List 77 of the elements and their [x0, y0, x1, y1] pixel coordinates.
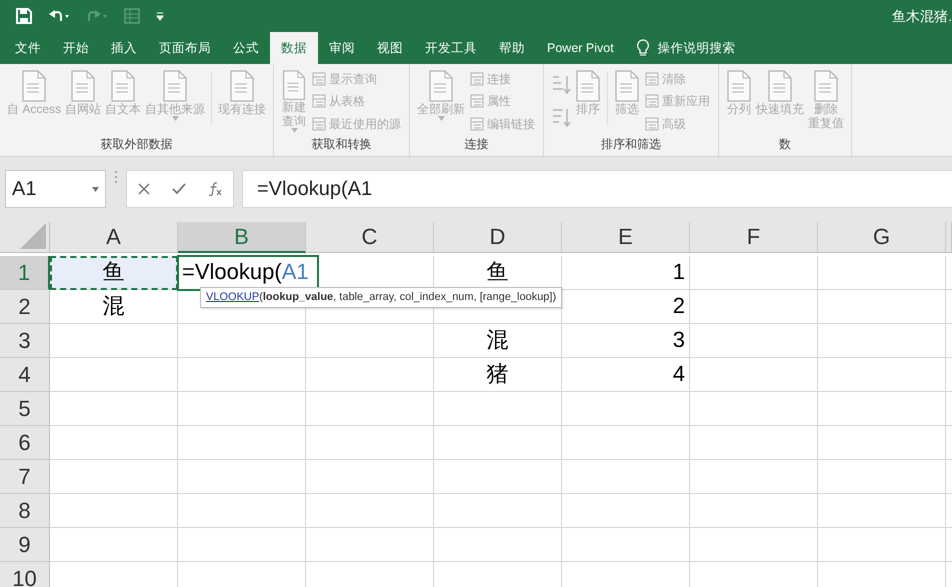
save-icon[interactable]: [16, 8, 32, 24]
column-header[interactable]: E: [562, 222, 690, 253]
function-tooltip: VLOOKUP(lookup_value, table_array, col_index_num, [range_lookup]): [200, 287, 562, 308]
table-cell: 1: [562, 256, 690, 290]
document-icon: [229, 70, 256, 102]
ribbon-tab[interactable]: 文件: [4, 32, 52, 64]
row-header[interactable]: 7: [0, 460, 50, 494]
table-cell: 混: [50, 290, 178, 324]
table-cell: 猪: [434, 358, 562, 392]
function-icon[interactable]: [208, 182, 222, 196]
table-cell: 4: [562, 358, 690, 392]
ribbon-tab[interactable]: 插入: [100, 32, 148, 64]
document-icon: [726, 70, 752, 102]
column-header[interactable]: C: [306, 222, 434, 253]
grip-icon: [114, 170, 118, 184]
table-cell: 鱼: [50, 256, 178, 290]
list-icon: [645, 72, 660, 86]
ribbon-tab[interactable]: 开始: [52, 32, 100, 64]
group-label: 连接: [464, 136, 490, 153]
list-icon: [645, 116, 660, 131]
customize-caret-icon[interactable]: [156, 10, 164, 22]
list-icon: [470, 72, 484, 86]
formula-input[interactable]: =Vlookup(A1: [242, 170, 952, 208]
row-header[interactable]: 8: [0, 494, 50, 528]
list-icon: [312, 116, 326, 131]
ribbon-tab[interactable]: 帮助: [488, 32, 536, 64]
list-icon: [312, 72, 326, 86]
caret-icon: [92, 186, 99, 192]
list-icon: [312, 94, 326, 108]
row-header[interactable]: 5: [0, 392, 50, 426]
cancel-icon[interactable]: [138, 183, 150, 195]
row-header[interactable]: 2: [0, 290, 50, 324]
row-header[interactable]: 9: [0, 528, 50, 562]
document-icon: [70, 70, 96, 102]
column-header[interactable]: A: [50, 222, 178, 253]
column-header[interactable]: B: [178, 222, 306, 253]
lightbulb-icon: [636, 39, 650, 57]
document-icon: [614, 70, 640, 102]
column-header[interactable]: D: [434, 222, 562, 253]
list-icon: [470, 94, 484, 108]
document-icon: [428, 70, 454, 102]
group-label: 数: [778, 136, 792, 153]
document-icon: [162, 70, 188, 102]
ribbon-tab[interactable]: 数据: [270, 32, 318, 64]
row-header[interactable]: 10: [0, 562, 50, 587]
ribbon-tab[interactable]: 审阅: [318, 32, 366, 64]
row-header[interactable]: 3: [0, 324, 50, 358]
column-header[interactable]: F: [690, 222, 818, 253]
table-cell: 3: [562, 324, 690, 358]
name-box[interactable]: A1: [5, 170, 106, 208]
ribbon-tab[interactable]: 页面布局: [148, 32, 222, 64]
undo-icon[interactable]: [48, 8, 70, 24]
document-icon: [110, 70, 136, 102]
document-icon: [575, 70, 602, 102]
column-header[interactable]: G: [818, 222, 946, 253]
cell-editor[interactable]: =Vlookup(A1: [178, 256, 318, 290]
ribbon-tab[interactable]: 视图: [366, 32, 414, 64]
ribbon-tab[interactable]: 开发工具: [414, 32, 488, 64]
table-cell: 混: [434, 324, 562, 358]
row-header[interactable]: 4: [0, 358, 50, 392]
ribbon-tab[interactable]: Power Pivot: [536, 32, 625, 64]
confirm-icon[interactable]: [172, 183, 186, 195]
ribbon-tab[interactable]: 公式: [222, 32, 270, 64]
document-icon: [813, 70, 840, 102]
row-header[interactable]: 1: [0, 256, 50, 290]
group-label: 获取外部数据: [100, 136, 174, 153]
document-title: 鱼木混猪.: [892, 6, 952, 26]
list-icon: [645, 94, 660, 108]
group-label: 排序和筛选: [600, 136, 662, 153]
row-header[interactable]: 6: [0, 426, 50, 460]
tell-me-search[interactable]: 操作说明搜索: [624, 32, 747, 64]
document-icon: [21, 70, 47, 102]
group-label: 获取和转换: [310, 136, 373, 153]
document-icon: [281, 70, 308, 100]
function-link[interactable]: VLOOKUP: [206, 291, 260, 303]
document-icon: [767, 70, 794, 102]
list-icon: [470, 116, 484, 131]
